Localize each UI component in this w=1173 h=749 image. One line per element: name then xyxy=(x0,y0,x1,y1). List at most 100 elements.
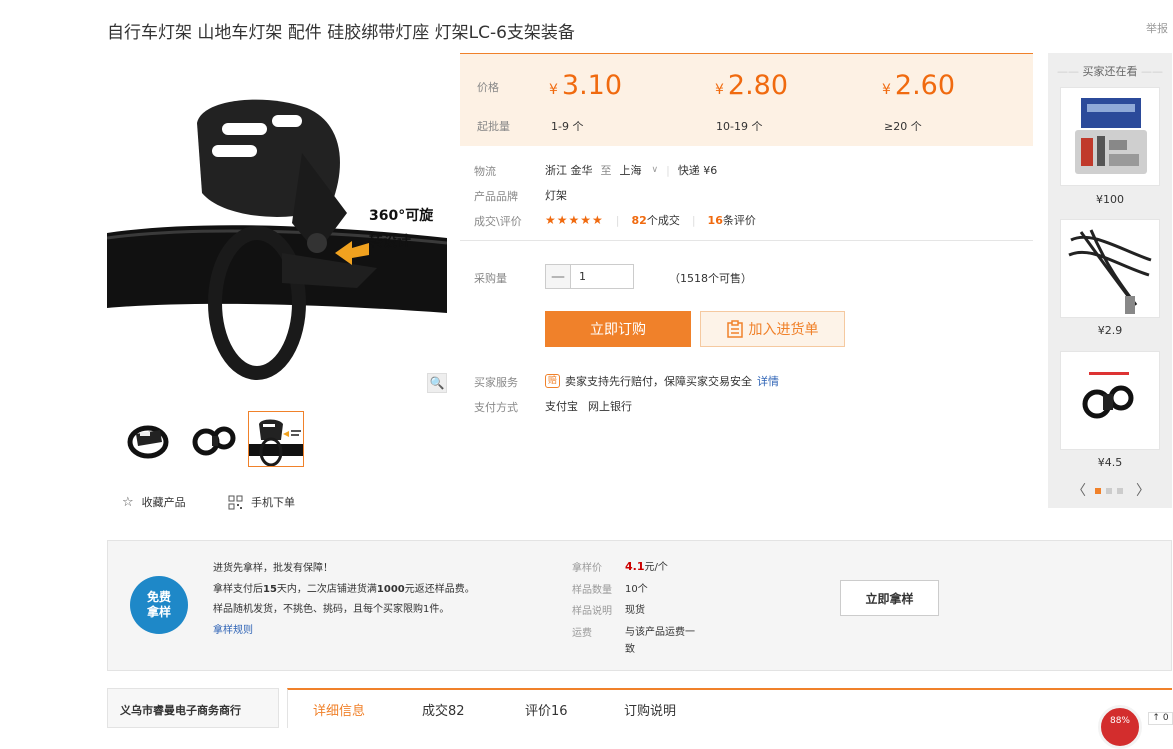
favorite-action[interactable]: ☆ 收藏产品 xyxy=(122,494,186,510)
sample-price-unit: 元/个 xyxy=(644,562,668,573)
also-viewed-item-2[interactable] xyxy=(1060,219,1160,318)
payment-methods: 支付宝 网上银行 xyxy=(545,398,632,414)
thumbnail-2[interactable] xyxy=(185,411,241,467)
price-tier-2: ¥2.80 xyxy=(715,70,788,101)
to-label: 至 xyxy=(600,164,612,177)
destination-value: 上海 xyxy=(619,164,642,177)
refund-text-a: 拿样支付后 xyxy=(213,584,263,595)
add-to-cart-label: 加入进货单 xyxy=(748,322,819,338)
service-row: 赔 卖家支持先行赔付，保障买家交易安全 详情 xyxy=(545,373,779,389)
sample-count-value: 10个 xyxy=(625,584,648,595)
main-product-image[interactable]: 360°可旋 转设计 xyxy=(107,53,447,393)
carousel-dots xyxy=(1095,488,1123,494)
carousel-dot-active[interactable] xyxy=(1095,488,1101,494)
also-viewed-item-1[interactable] xyxy=(1060,87,1160,186)
badge-line-1: 免费 xyxy=(146,590,171,604)
sample-count-label: 样品数量 xyxy=(572,585,612,596)
qty-tier-2: 10-19 个 xyxy=(716,120,763,133)
sample-fee-value-2: 致 xyxy=(625,644,635,655)
price-value: 2.80 xyxy=(727,70,789,101)
carousel-next-button[interactable]: 〉 xyxy=(1136,480,1150,500)
also-viewed-price-2: ¥2.9 xyxy=(1097,324,1123,337)
thumbnail-1-image xyxy=(127,425,169,459)
refund-amount: 1000 xyxy=(376,584,405,595)
image-caption-1: 360°可旋 xyxy=(369,207,434,224)
currency-symbol: ¥ xyxy=(715,82,724,98)
price-tier-3: ¥2.60 xyxy=(882,70,955,101)
thumbnail-3[interactable] xyxy=(248,411,304,467)
separator: | xyxy=(666,163,670,177)
separator: | xyxy=(615,213,620,227)
quantity-stepper: — 1 xyxy=(545,264,634,289)
page-title: 自行车灯架 山地车灯架 配件 硅胶绑带灯座 灯架LC-6支架装备 xyxy=(107,23,575,43)
mobile-order-action[interactable]: 手机下单 xyxy=(228,494,295,510)
floating-percent-badge[interactable]: 88% xyxy=(1098,705,1142,749)
free-sample-badge: 免费 拿样 xyxy=(130,576,188,634)
sample-headline: 进货先拿样，批发有保障！ xyxy=(213,563,333,574)
currency-symbol: ¥ xyxy=(549,82,558,98)
brand-label: 产品品牌 xyxy=(474,190,518,203)
star-outline-icon: ☆ xyxy=(122,494,134,510)
tab-reviews[interactable]: 评价16 xyxy=(525,700,568,719)
favorite-label: 收藏产品 xyxy=(141,496,186,509)
thumbnail-2-image xyxy=(192,426,236,456)
review-count: 16 xyxy=(707,214,723,227)
also-viewed-title-text: 买家还在看 xyxy=(1082,65,1138,78)
reviews-link[interactable]: 16条评价 xyxy=(708,212,756,228)
sample-desc-label: 样品说明 xyxy=(572,606,612,617)
carousel-dot[interactable] xyxy=(1106,488,1112,494)
sample-fee-label: 运费 xyxy=(572,628,592,639)
tab-deals[interactable]: 成交82 xyxy=(422,700,465,719)
sample-rules-link[interactable]: 拿样规则 xyxy=(213,621,253,636)
refund-text-e: 元返还样品费。 xyxy=(404,584,475,595)
sample-shipping-note: 样品随机发货，不挑色、挑码，且每个买家限购1件。 xyxy=(213,604,450,615)
price-value: 3.10 xyxy=(561,70,623,101)
rating-row: ★★★★★ | 82个成交 | 16条评价 xyxy=(545,212,756,228)
sample-fee-value-1: 与该产品运费一 xyxy=(625,627,695,638)
tool-kit-image xyxy=(1075,98,1147,174)
shipping-fee: 快递 ¥6 xyxy=(677,164,718,177)
refund-text-c: 天内，二次店铺进货满 xyxy=(276,584,377,595)
report-link[interactable]: 举报 xyxy=(1146,20,1168,36)
decrement-button[interactable]: — xyxy=(546,265,571,288)
sample-price: 4.1元/个 xyxy=(625,558,668,573)
also-viewed-item-3[interactable] xyxy=(1060,351,1160,450)
currency-symbol: ¥ xyxy=(882,82,891,98)
quantity-input[interactable]: 1 xyxy=(571,265,633,288)
price-tier-1: ¥3.10 xyxy=(549,70,622,101)
thumbnail-1[interactable] xyxy=(121,411,177,467)
deals-link[interactable]: 82个成交 xyxy=(632,212,680,228)
tab-details[interactable]: 详细信息 xyxy=(313,700,365,719)
brand-value: 灯架 xyxy=(545,189,567,202)
image-caption-2: 转设计 xyxy=(369,233,411,250)
get-sample-button[interactable]: 立即拿样 xyxy=(840,580,939,616)
order-now-button[interactable]: 立即订购 xyxy=(545,311,691,347)
deals-label: 成交\评价 xyxy=(474,215,522,228)
destination-select[interactable]: 上海 ∨ xyxy=(620,162,659,178)
add-to-cart-button[interactable]: 加入进货单 xyxy=(700,311,845,347)
service-details-link[interactable]: 详情 xyxy=(757,373,779,389)
floating-counter[interactable]: ↑ 0 xyxy=(1148,712,1173,725)
service-label: 买家服务 xyxy=(474,376,518,389)
clipboard-icon xyxy=(726,320,743,338)
mobile-order-label: 手机下单 xyxy=(251,496,295,509)
compensation-badge-icon: 赔 xyxy=(545,374,561,388)
thumbnail-3-image xyxy=(249,419,303,466)
sample-price-value: 4.1 xyxy=(625,560,645,573)
tab-order-notes[interactable]: 订购说明 xyxy=(624,700,676,719)
refund-days: 15 xyxy=(263,584,277,595)
carousel-prev-button[interactable]: 〈 xyxy=(1072,480,1086,500)
zoom-icon[interactable]: 🔍 xyxy=(427,373,447,393)
purchase-qty-label: 采购量 xyxy=(474,272,507,285)
sample-price-label: 拿样价 xyxy=(572,563,602,574)
qty-tier-1: 1-9 个 xyxy=(551,120,584,133)
sample-desc-value: 现货 xyxy=(625,605,645,616)
lamp-holder-image xyxy=(1082,372,1134,419)
carousel-dot[interactable] xyxy=(1117,488,1123,494)
divider xyxy=(460,240,1033,241)
qty-tier-3: ≥20 个 xyxy=(884,120,922,133)
sample-refund-text: 拿样支付后15天内，二次店铺进货满1000元返还样品费。 xyxy=(213,580,475,595)
shop-name[interactable]: 义乌市睿曼电子商务商行 xyxy=(107,688,279,728)
service-text: 卖家支持先行赔付，保障买家交易安全 xyxy=(565,375,753,388)
separator: | xyxy=(691,213,696,227)
